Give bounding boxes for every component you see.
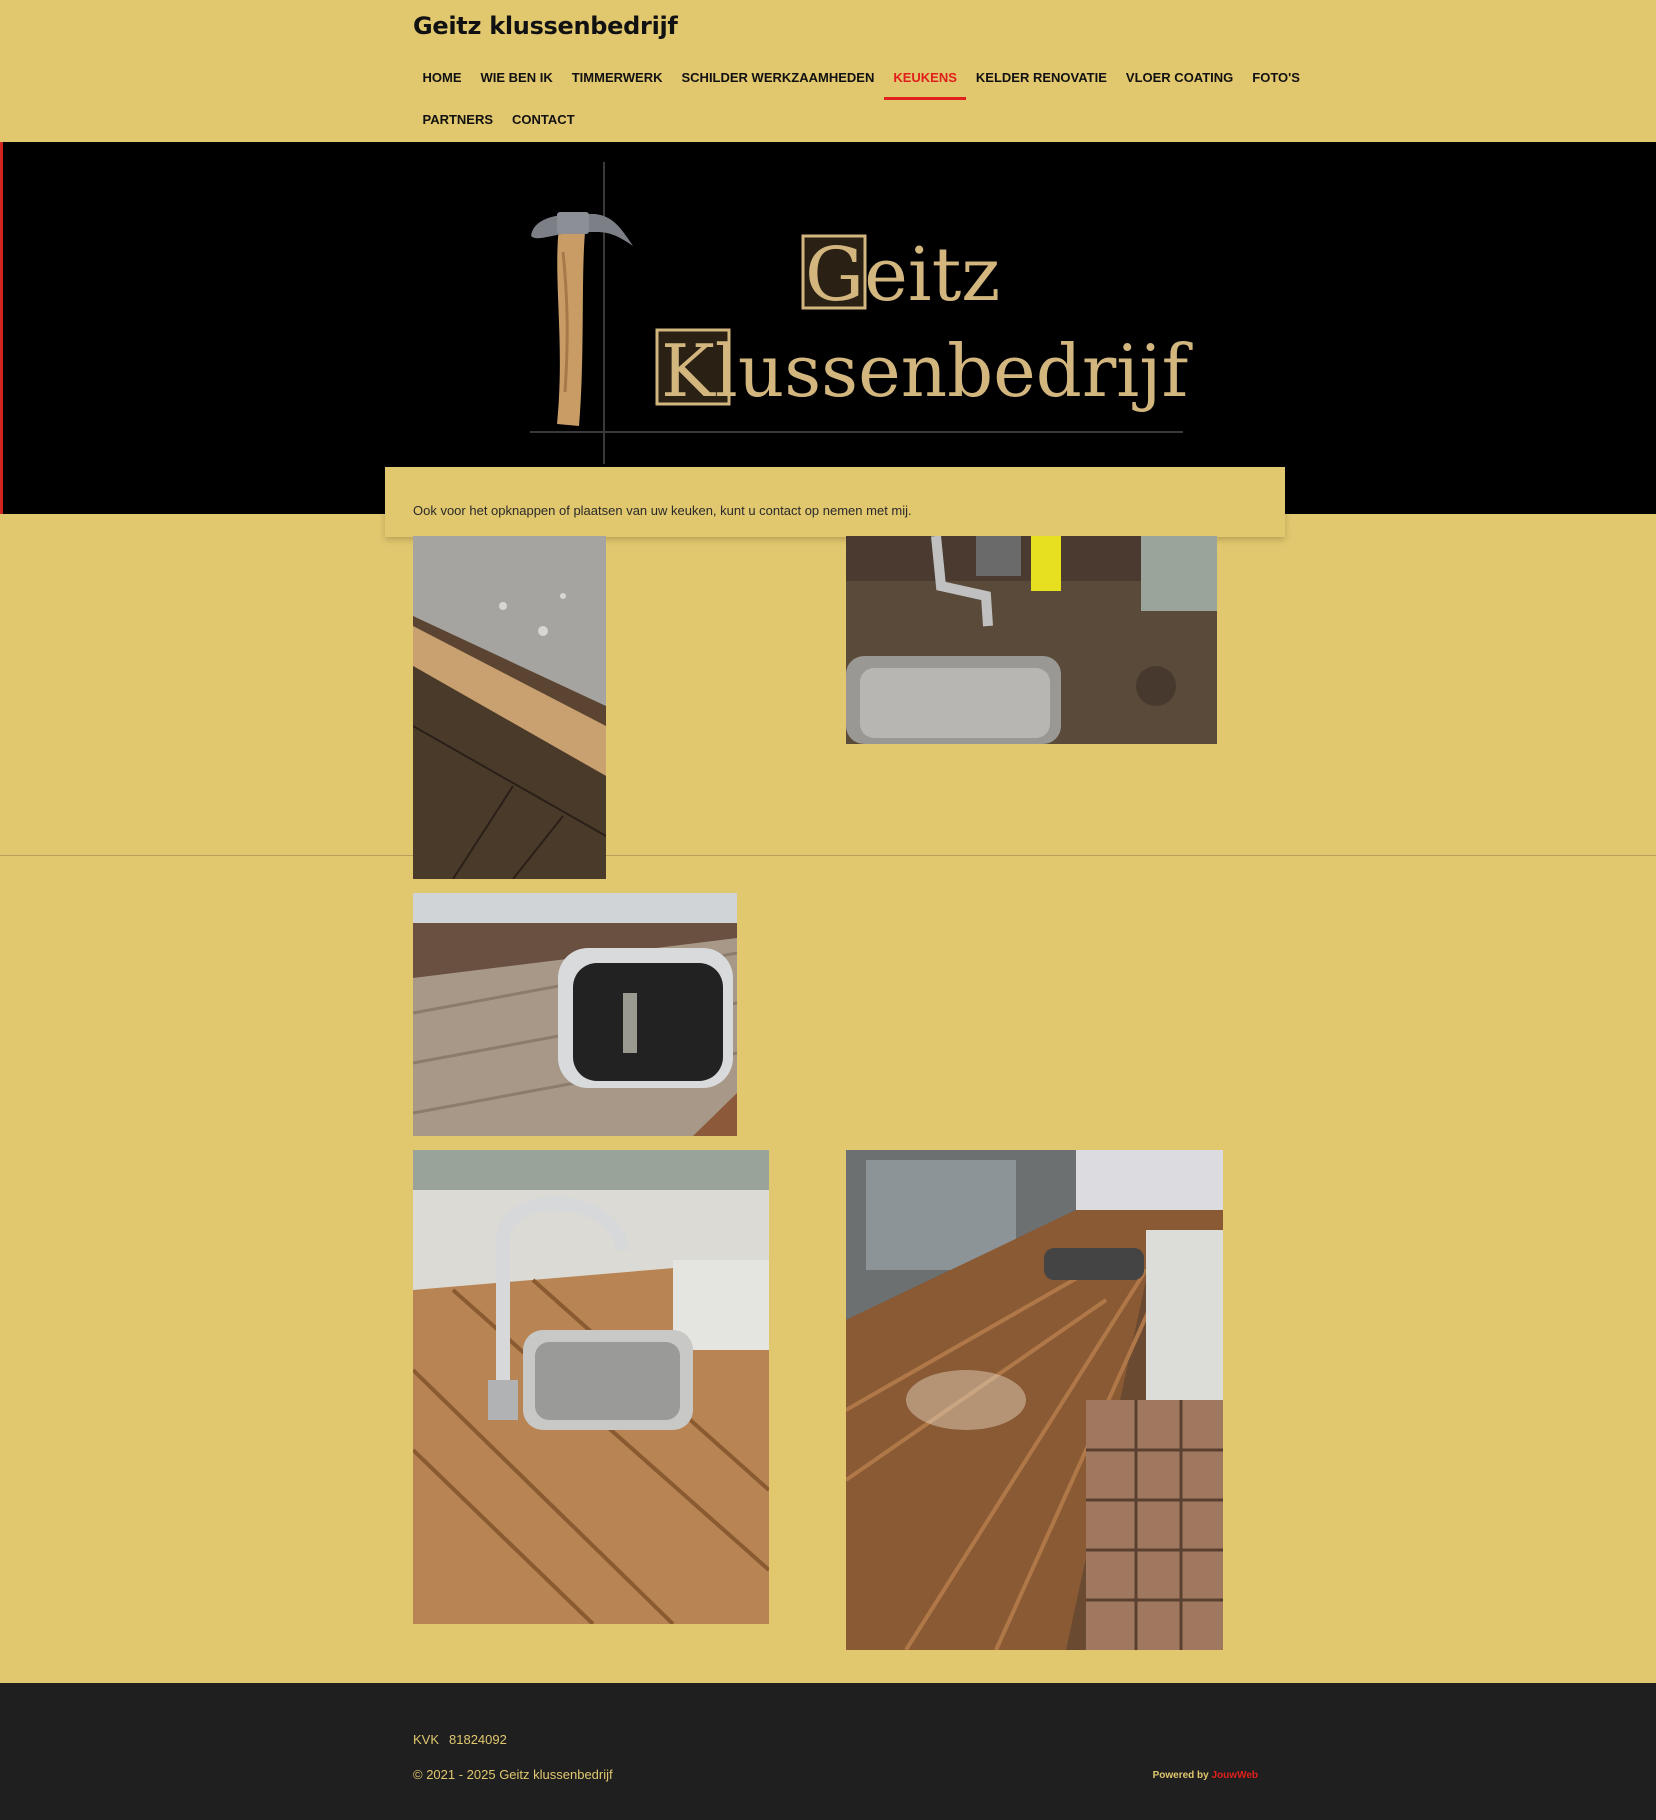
nav-row-1: HOME WIE BEN IK TIMMERWERK SCHILDER WERK…	[413, 58, 1309, 100]
hero-logo: Geitz Klussenbedrijf	[530, 162, 1193, 464]
kitchen-photo-4[interactable]	[413, 1150, 769, 1624]
content-card	[385, 467, 1285, 537]
nav-row-2: PARTNERS CONTACT	[413, 100, 584, 142]
section-divider	[0, 855, 1656, 856]
site-footer: KVK 81824092 © 2021 - 2025 Geitz klussenb…	[0, 1683, 1656, 1820]
nav-item-kelder-renovatie[interactable]: KELDER RENOVATIE	[966, 58, 1116, 100]
kitchen-photo-1[interactable]	[413, 536, 606, 879]
kvk-label: KVK	[413, 1732, 440, 1747]
kitchen-photo-3[interactable]	[413, 893, 737, 1136]
site-title[interactable]: Geitz klussenbedrijf	[413, 12, 678, 40]
nav-item-fotos[interactable]: FOTO'S	[1243, 58, 1310, 100]
nav-item-partners[interactable]: PARTNERS	[413, 100, 503, 142]
logo-text-line1: Geitz	[805, 232, 1000, 318]
kitchen-photo-5[interactable]	[846, 1150, 1223, 1650]
nav-item-home[interactable]: HOME	[413, 58, 471, 100]
hammer-logo-icon	[531, 212, 633, 426]
nav-item-contact[interactable]: CONTACT	[503, 100, 585, 142]
kitchen-photo-2[interactable]	[846, 536, 1217, 744]
nav-item-keukens[interactable]: KEUKENS	[883, 58, 967, 100]
kvk-number: 81824092	[449, 1732, 507, 1747]
copyright-text: © 2021 - 2025 Geitz klussenbedrijf	[413, 1767, 613, 1782]
powered-by-label: Powered by	[1152, 1770, 1209, 1781]
kvk-info: KVK 81824092	[413, 1732, 507, 1747]
logo-text-line2: Klussenbedrijf	[661, 329, 1193, 413]
intro-text: Ook voor het opknappen of plaatsen van u…	[413, 503, 912, 518]
powered-by-brand-link[interactable]: JouwWeb	[1212, 1770, 1258, 1781]
site-header: Geitz klussenbedrijf HOME WIE BEN IK TIM…	[0, 0, 1656, 142]
powered-by: Powered by JouwWeb	[1153, 1770, 1258, 1781]
nav-item-vloer-coating[interactable]: VLOER COATING	[1116, 58, 1242, 100]
nav-item-schilder-werkzaamheden[interactable]: SCHILDER WERKZAAMHEDEN	[672, 58, 884, 100]
nav-item-wie-ben-ik[interactable]: WIE BEN IK	[471, 58, 562, 100]
hero-banner: Geitz Klussenbedrijf	[0, 142, 1656, 514]
nav-item-timmerwerk[interactable]: TIMMERWERK	[562, 58, 672, 100]
